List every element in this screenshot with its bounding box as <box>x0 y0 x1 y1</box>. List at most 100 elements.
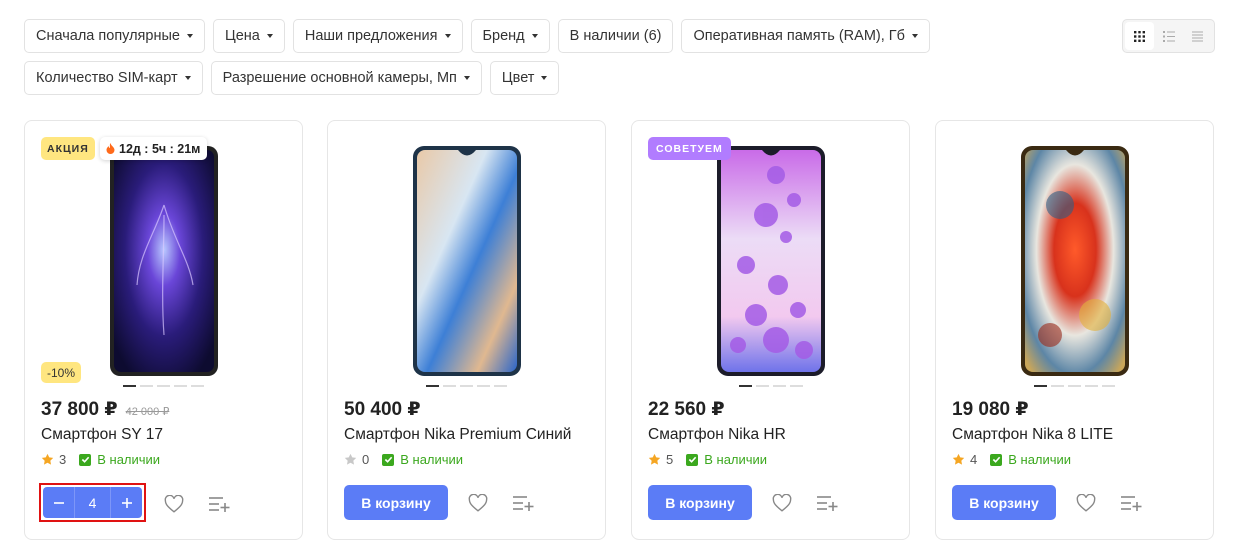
carousel-dot[interactable] <box>789 385 803 387</box>
carousel-dot[interactable] <box>426 385 439 387</box>
price: 37 800 ₽ <box>41 399 118 420</box>
stock-label: В наличии <box>704 452 768 467</box>
carousel-dot[interactable] <box>477 385 490 387</box>
promo-badge: АКЦИЯ <box>41 137 95 160</box>
carousel-dot[interactable] <box>738 385 752 387</box>
brand-filter[interactable]: Бренд <box>470 19 550 53</box>
filter-label: Цвет <box>501 70 535 86</box>
carousel-dot[interactable] <box>443 385 456 387</box>
timer-value: 12д : 5ч : 21м <box>119 141 201 156</box>
heart-icon <box>164 494 184 513</box>
carousel-dot[interactable] <box>755 385 769 387</box>
check-icon <box>990 453 1003 466</box>
wishlist-button[interactable] <box>770 491 794 515</box>
filter-label: Бренд <box>482 28 525 44</box>
carousel-dot[interactable] <box>157 385 170 387</box>
product-image[interactable] <box>109 145 219 377</box>
filter-row-1: Сначала популярные Цена Наши предложения… <box>24 19 1024 53</box>
carousel-dot[interactable] <box>1085 385 1098 387</box>
compare-button[interactable] <box>815 491 839 515</box>
carousel-dot[interactable] <box>1051 385 1064 387</box>
wishlist-button[interactable] <box>466 491 490 515</box>
carousel-dot[interactable] <box>460 385 473 387</box>
filter-bar: Сначала популярные Цена Наши предложения… <box>24 19 1024 103</box>
old-price: 42 000 ₽ <box>125 406 170 418</box>
offers-filter[interactable]: Наши предложения <box>292 19 463 53</box>
product-image[interactable] <box>412 145 522 377</box>
price: 50 400 ₽ <box>344 399 421 420</box>
list-view-button[interactable] <box>1154 22 1183 50</box>
decrease-quantity-button[interactable] <box>43 487 74 518</box>
grid-view-button[interactable] <box>1125 22 1154 50</box>
caret-down-icon <box>184 76 191 80</box>
carousel-dot[interactable] <box>140 385 153 387</box>
filter-label: Количество SIM-карт <box>36 70 178 86</box>
compact-list-button[interactable] <box>1183 22 1212 50</box>
caret-down-icon <box>186 34 193 38</box>
product-title[interactable]: Смартфон Nika Premium Синий <box>344 426 571 444</box>
carousel-dot[interactable] <box>174 385 187 387</box>
sort-filter[interactable]: Сначала популярные <box>24 19 205 53</box>
compare-list-icon <box>513 495 534 511</box>
image-carousel-dots <box>25 385 302 387</box>
compare-button[interactable] <box>511 491 535 515</box>
in-stock-filter[interactable]: В наличии (6) <box>557 19 674 53</box>
carousel-dot[interactable] <box>191 385 204 387</box>
carousel-dot[interactable] <box>494 385 507 387</box>
card-actions: В корзину <box>952 485 1143 520</box>
product-card[interactable]: 19 080 ₽ Смартфон Nika 8 LITE 4 В наличи… <box>935 120 1214 540</box>
increase-quantity-button[interactable] <box>111 487 142 518</box>
price-block: 19 080 ₽ <box>952 398 1029 421</box>
stock-status: В наличии <box>990 452 1071 467</box>
add-to-cart-button[interactable]: В корзину <box>952 485 1056 520</box>
price: 22 560 ₽ <box>648 399 725 420</box>
plus-icon <box>121 497 132 508</box>
product-card[interactable]: 50 400 ₽ Смартфон Nika Premium Синий 0 В… <box>327 120 606 540</box>
color-filter[interactable]: Цвет <box>489 61 560 95</box>
wishlist-button[interactable] <box>162 492 186 516</box>
carousel-dot[interactable] <box>123 385 136 387</box>
carousel-dot[interactable] <box>1068 385 1081 387</box>
card-actions: В корзину <box>648 485 839 520</box>
stock-label: В наличии <box>1008 452 1072 467</box>
product-card[interactable]: СОВЕТУЕМ 22 560 ₽ Смартфон Nika HR 5 В н… <box>631 120 910 540</box>
wishlist-button[interactable] <box>1074 491 1098 515</box>
product-card[interactable]: АКЦИЯ 12д : 5ч : 21м -10% 37 800 ₽ 42 00… <box>24 120 303 540</box>
camera-resolution-filter[interactable]: Разрешение основной камеры, Мп <box>210 61 482 95</box>
product-meta: 0 В наличии <box>344 452 463 467</box>
carousel-dot[interactable] <box>1034 385 1047 387</box>
compare-button[interactable] <box>1119 491 1143 515</box>
price-block: 37 800 ₽ 42 000 ₽ <box>41 398 169 421</box>
image-carousel-dots <box>936 385 1213 387</box>
check-icon <box>382 453 395 466</box>
quantity-value[interactable]: 4 <box>74 487 111 518</box>
rating-value: 5 <box>666 452 674 467</box>
check-icon <box>686 453 699 466</box>
add-to-cart-button[interactable]: В корзину <box>344 485 448 520</box>
fire-icon <box>106 143 115 154</box>
carousel-dot[interactable] <box>1102 385 1115 387</box>
image-carousel-dots <box>632 385 909 387</box>
product-title[interactable]: Смартфон SY 17 <box>41 426 163 444</box>
price-filter[interactable]: Цена <box>212 19 285 53</box>
minus-icon <box>53 501 64 504</box>
product-title[interactable]: Смартфон Nika 8 LITE <box>952 426 1113 444</box>
caret-down-icon <box>444 34 451 38</box>
star-icon <box>952 453 965 465</box>
add-to-cart-button[interactable]: В корзину <box>648 485 752 520</box>
sim-count-filter[interactable]: Количество SIM-карт <box>24 61 203 95</box>
product-image[interactable] <box>1020 145 1130 377</box>
compare-button[interactable] <box>207 492 231 516</box>
carousel-dot[interactable] <box>772 385 786 387</box>
promo-timer: 12д : 5ч : 21м <box>100 137 208 160</box>
caret-down-icon <box>463 76 470 80</box>
price-block: 50 400 ₽ <box>344 398 421 421</box>
filter-label: Разрешение основной камеры, Мп <box>222 70 457 86</box>
caret-down-icon <box>911 34 918 38</box>
filter-label: Сначала популярные <box>36 28 180 44</box>
stock-label: В наличии <box>400 452 464 467</box>
ram-filter[interactable]: Оперативная память (RAM), Гб <box>681 19 930 53</box>
product-title[interactable]: Смартфон Nika HR <box>648 426 786 444</box>
caret-down-icon <box>531 34 538 38</box>
product-image[interactable] <box>716 145 826 377</box>
